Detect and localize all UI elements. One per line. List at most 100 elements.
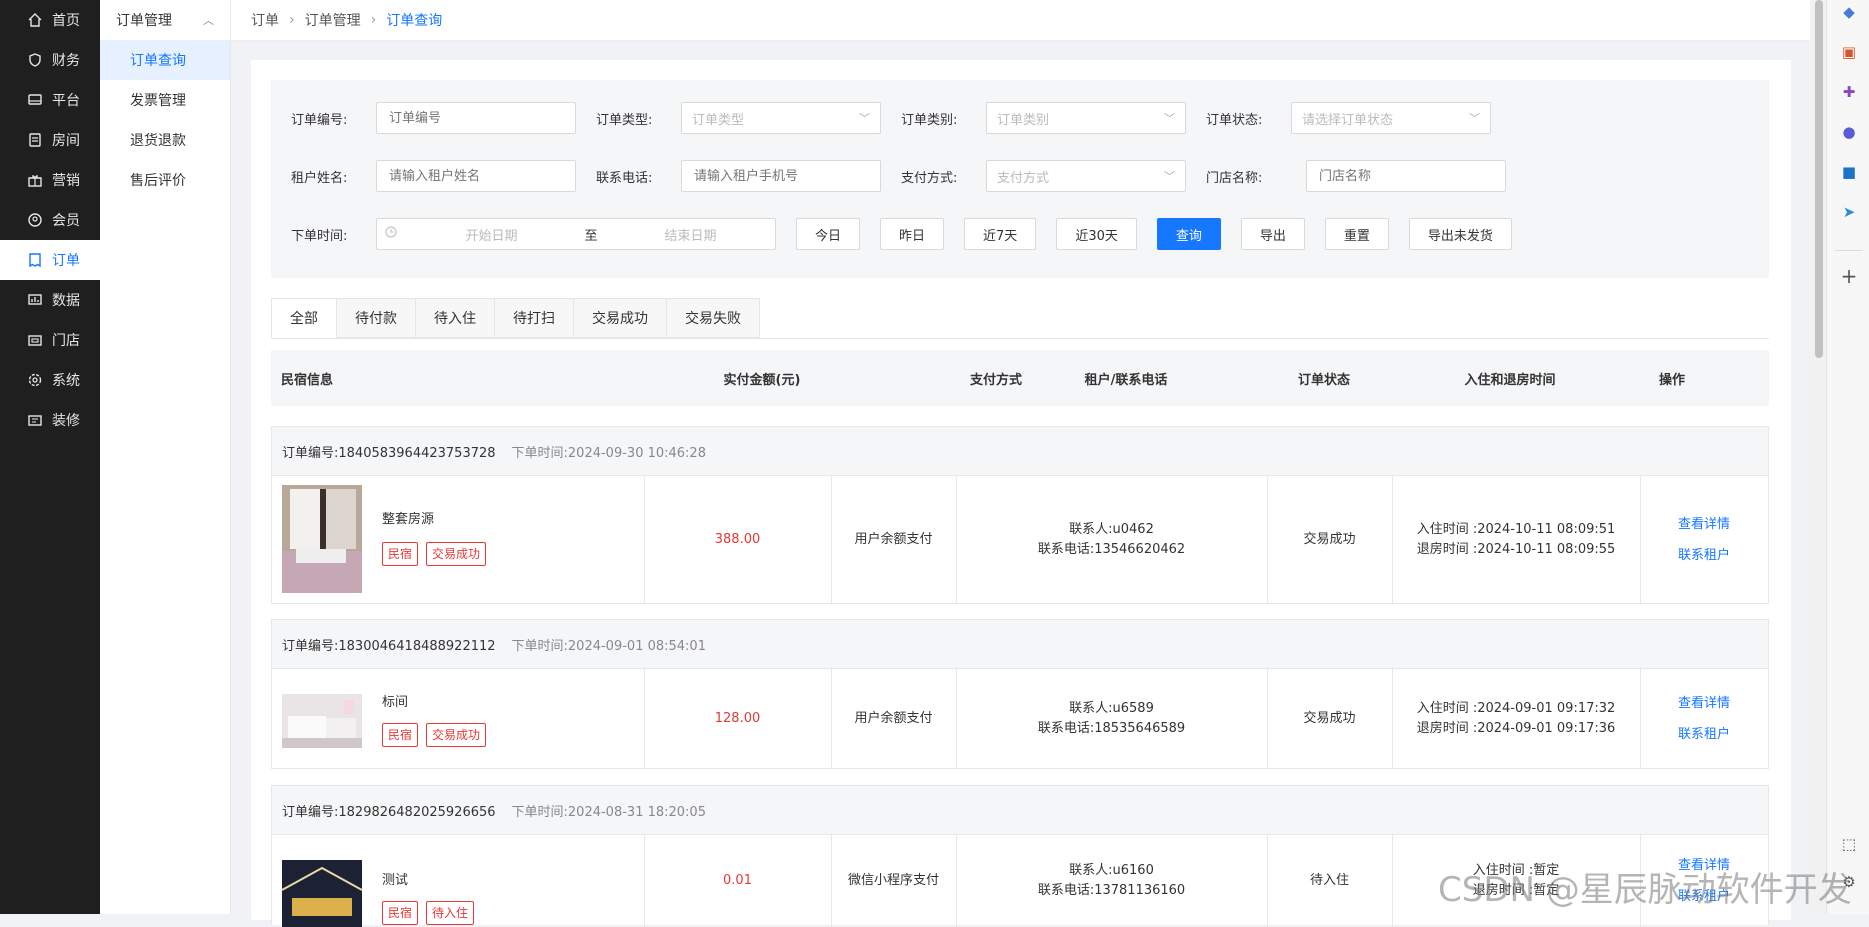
tab-pending-cleaning[interactable]: 待打扫 bbox=[494, 298, 573, 338]
contact-tenant-link[interactable]: 联系租户 bbox=[1678, 719, 1730, 750]
order-time: 下单时间:2024-08-31 18:20:05 bbox=[511, 804, 706, 820]
chevron-down-icon: ﹀ bbox=[1164, 170, 1175, 183]
chevron-down-icon: ﹀ bbox=[1164, 112, 1175, 125]
submenu-group-header[interactable]: 订单管理 ︿ bbox=[100, 0, 230, 40]
submenu-item-invoice[interactable]: 发票管理 bbox=[100, 80, 230, 120]
order-status-placeholder: 请选择订单状态 bbox=[1302, 112, 1394, 128]
nav-item-stores[interactable]: 门店 bbox=[0, 320, 100, 360]
submenu-title: 订单管理 bbox=[116, 13, 172, 29]
document-icon bbox=[26, 131, 44, 149]
filter-row-3: 下单时间: 开始日期 至 结束日期 今日 昨日 近7天 近30天 查询 导出 重… bbox=[291, 218, 1532, 250]
browser-side-panel: ◆ ▣ ✚ ● ■ ➤ + ⬚ ⚙ bbox=[1826, 0, 1869, 914]
end-date[interactable]: 结束日期 bbox=[606, 225, 775, 244]
cell-pay-method: 用户余额支付 bbox=[831, 476, 957, 604]
tab-pending-checkin[interactable]: 待入住 bbox=[415, 298, 494, 338]
submenu-label: 发票管理 bbox=[130, 93, 186, 109]
tenant-name-field[interactable] bbox=[387, 167, 565, 185]
room-thumbnail bbox=[282, 694, 362, 748]
order-category-select[interactable]: 订单类别 ﹀ bbox=[986, 102, 1186, 134]
puzzle-icon[interactable]: ✚ bbox=[1839, 82, 1859, 102]
export-unshipped-button[interactable]: 导出未发货 bbox=[1408, 218, 1512, 250]
nav-item-finance[interactable]: 财务 bbox=[0, 40, 100, 80]
nav-item-decor[interactable]: 装修 bbox=[0, 400, 100, 440]
today-button[interactable]: 今日 bbox=[796, 218, 861, 250]
cell-room-info: 整套房源 民宿 交易成功 bbox=[272, 476, 645, 604]
yesterday-button[interactable]: 昨日 bbox=[880, 218, 945, 250]
nav-label: 订单 bbox=[52, 253, 80, 269]
copilot-icon[interactable]: ● bbox=[1839, 122, 1859, 142]
store-name-label: 门店名称: bbox=[1206, 170, 1263, 186]
tag-order-status: 待入住 bbox=[426, 901, 475, 925]
reset-button[interactable]: 重置 bbox=[1324, 218, 1389, 250]
order-status-select[interactable]: 请选择订单状态 ﹀ bbox=[1291, 102, 1491, 134]
nav-item-home[interactable]: 首页 bbox=[0, 0, 100, 40]
tab-pending-payment[interactable]: 待付款 bbox=[336, 298, 415, 338]
tab-all[interactable]: 全部 bbox=[271, 298, 336, 338]
tag-order-status: 交易成功 bbox=[426, 542, 487, 566]
tab-failed[interactable]: 交易失败 bbox=[666, 298, 760, 338]
range-separator: 至 bbox=[584, 228, 598, 244]
nav-label: 门店 bbox=[52, 333, 80, 349]
order-header: 订单编号:1829826482025926656 下单时间:2024-08-31… bbox=[272, 786, 1768, 835]
store-name-input[interactable] bbox=[1306, 160, 1506, 192]
store-name-field[interactable] bbox=[1317, 167, 1495, 185]
cell-tenant: 联系人:u6160 联系电话:13781136160 bbox=[956, 835, 1268, 927]
nav-label: 营销 bbox=[52, 173, 80, 189]
room-name: 测试 bbox=[382, 873, 409, 888]
screenshot-icon[interactable]: ⬚ bbox=[1839, 834, 1859, 854]
contact-tenant-link[interactable]: 联系租户 bbox=[1678, 540, 1730, 571]
order-category-label: 订单类别: bbox=[901, 112, 958, 128]
submenu-item-refund[interactable]: 退货退款 bbox=[100, 120, 230, 160]
last-7-days-button[interactable]: 近7天 bbox=[964, 218, 1037, 250]
phone-field[interactable] bbox=[692, 167, 870, 185]
toolbox-icon[interactable]: ▣ bbox=[1839, 42, 1859, 62]
breadcrumb-level2[interactable]: 订单管理 bbox=[305, 10, 361, 30]
submenu-item-review[interactable]: 售后评价 bbox=[100, 160, 230, 200]
nav-item-orders[interactable]: 订单 bbox=[0, 240, 100, 280]
nav-item-marketing[interactable]: 营销 bbox=[0, 160, 100, 200]
send-icon[interactable]: ➤ bbox=[1839, 202, 1859, 222]
room-tags: 民宿 待入住 bbox=[382, 901, 482, 925]
nav-item-members[interactable]: 会员 bbox=[0, 200, 100, 240]
page-scrollbar[interactable] bbox=[1812, 0, 1826, 914]
order-number: 订单编号:1840583964423753728 bbox=[282, 445, 496, 461]
outlook-icon[interactable]: ■ bbox=[1839, 162, 1859, 182]
order-number: 订单编号:1830046418488922112 bbox=[282, 638, 496, 654]
add-icon[interactable]: + bbox=[1839, 264, 1859, 288]
order-no-field[interactable] bbox=[387, 109, 565, 127]
cell-tenant: 联系人:u6589 联系电话:18535646589 bbox=[956, 669, 1268, 769]
chevron-right-icon: › bbox=[289, 12, 295, 28]
breadcrumb: 订单 › 订单管理 › 订单查询 bbox=[231, 0, 1810, 41]
nav-item-data[interactable]: 数据 bbox=[0, 280, 100, 320]
order-no-input[interactable] bbox=[376, 102, 576, 134]
order-card: 订单编号:1830046418488922112 下单时间:2024-09-01… bbox=[271, 619, 1769, 769]
room-tags: 民宿 交易成功 bbox=[382, 542, 494, 566]
cell-amount: 388.00 bbox=[644, 476, 832, 604]
export-button[interactable]: 导出 bbox=[1240, 218, 1305, 250]
start-date[interactable]: 开始日期 bbox=[407, 225, 576, 244]
order-type-select[interactable]: 订单类型 ﹀ bbox=[681, 102, 881, 134]
order-time: 下单时间:2024-09-01 08:54:01 bbox=[511, 638, 706, 654]
last-30-days-button[interactable]: 近30天 bbox=[1056, 218, 1137, 250]
query-button[interactable]: 查询 bbox=[1156, 218, 1221, 250]
contact-name: 联系人:u6589 bbox=[1069, 701, 1154, 716]
tenant-name-input[interactable] bbox=[376, 160, 576, 192]
order-time-range-picker[interactable]: 开始日期 至 结束日期 bbox=[376, 218, 776, 250]
view-details-link[interactable]: 查看详情 bbox=[1678, 688, 1730, 719]
cell-room-info: 测试 民宿 待入住 bbox=[272, 835, 645, 927]
tag-icon[interactable]: ◆ bbox=[1839, 2, 1859, 22]
view-details-link[interactable]: 查看详情 bbox=[1678, 509, 1730, 540]
phone-input[interactable] bbox=[681, 160, 881, 192]
nav-item-platform[interactable]: 平台 bbox=[0, 80, 100, 120]
filter-panel: 订单编号: 订单类型: 订单类型 ﹀ 订单类别: 订单类别 ﹀ 订单状态: 请选择订… bbox=[271, 80, 1769, 278]
breadcrumb-level1[interactable]: 订单 bbox=[251, 10, 279, 30]
tab-success[interactable]: 交易成功 bbox=[573, 298, 666, 338]
watermark: CSDN @星辰脉动软件开发 bbox=[1438, 870, 1852, 910]
scrollbar-thumb[interactable] bbox=[1815, 0, 1823, 358]
nav-label: 财务 bbox=[52, 53, 80, 69]
nav-item-rooms[interactable]: 房间 bbox=[0, 120, 100, 160]
tag-homestay: 民宿 bbox=[382, 723, 419, 747]
submenu-item-order-query[interactable]: 订单查询 bbox=[100, 40, 230, 80]
pay-method-select[interactable]: 支付方式 ﹀ bbox=[986, 160, 1186, 192]
nav-item-system[interactable]: 系统 bbox=[0, 360, 100, 400]
